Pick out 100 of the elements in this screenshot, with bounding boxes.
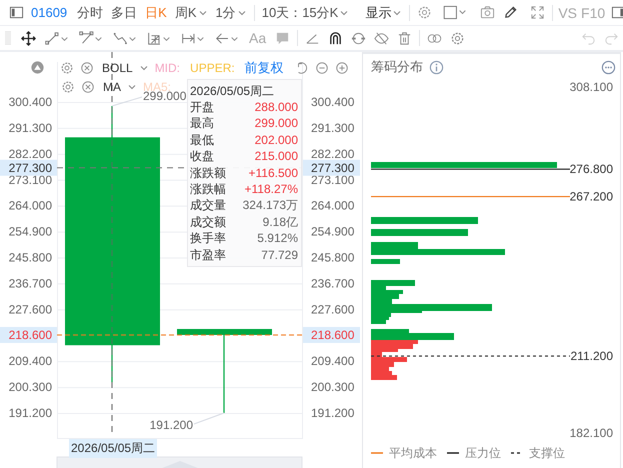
comment-icon[interactable] (275, 30, 290, 46)
settings-icon[interactable] (61, 80, 75, 94)
price-tick: 227.600 (311, 302, 354, 316)
tooltip-label: 开盘 (190, 99, 214, 116)
grid-tool-icon[interactable] (146, 30, 172, 46)
tooltip-label: 涨跌幅 (190, 180, 226, 198)
legend-label: 压力位 (465, 444, 501, 462)
price-tick: 236.700 (311, 276, 354, 290)
price-label: 308.100 (570, 82, 613, 94)
legend-line-icon (447, 451, 459, 455)
collapse-icon[interactable] (30, 60, 45, 75)
price-tick: 291.300 (311, 120, 354, 135)
tooltip-value: +118.27% (244, 180, 298, 198)
panel-toggle-icon[interactable] (611, 5, 623, 20)
price-tick: 282.200 (311, 146, 354, 161)
tooltip-value: +116.500 (248, 164, 298, 181)
tooltip-value: 299.000 (254, 115, 298, 132)
hide-icon[interactable] (374, 30, 390, 46)
price-tick: 291.300 (8, 120, 52, 135)
period-tab[interactable]: 多日 (107, 4, 142, 22)
price-tick: 300.400 (8, 95, 52, 109)
price-tick: 227.600 (8, 302, 52, 316)
tooltip-value: 288.000 (254, 99, 298, 116)
close-icon[interactable] (80, 60, 94, 74)
panel-toggle-icon[interactable] (9, 5, 24, 20)
price-label: 182.100 (570, 426, 613, 440)
price-tick: 236.700 (8, 276, 52, 290)
fullscreen-icon[interactable] (530, 5, 546, 20)
crosshair-date: 2026/05/05周二 (69, 439, 158, 458)
tooltip-label: 涨跌额 (190, 164, 226, 181)
price-tick: 209.400 (8, 354, 52, 368)
legend-label: 平均成本 (389, 444, 437, 462)
tooltip-label: 收盘 (190, 148, 214, 165)
settings-icon[interactable] (450, 30, 466, 46)
tooltip-label: 成交量 (190, 197, 226, 214)
tooltip-value: 9.18亿 (262, 214, 298, 230)
price-label: 276.800 (570, 162, 613, 176)
tooltip-label: 市盈率 (190, 246, 226, 263)
indicator-name[interactable]: MA (103, 80, 121, 94)
wave-tool-icon[interactable] (112, 30, 138, 46)
price-tick: 264.000 (8, 198, 52, 213)
close-icon[interactable] (81, 80, 95, 94)
arrow-tool-icon[interactable] (214, 30, 240, 46)
legend-line-icon (511, 451, 523, 455)
price-tick: 209.400 (311, 354, 354, 368)
settings-icon[interactable] (60, 60, 74, 74)
legend-line-icon (371, 451, 383, 455)
last-price-tag: 218.600 (0, 326, 57, 343)
tooltip-label: 最高 (190, 115, 214, 132)
price-tick: 245.800 (311, 250, 354, 264)
zoom-in-icon[interactable] (334, 60, 349, 74)
trash-icon[interactable] (397, 30, 412, 46)
price-tick: 200.300 (8, 380, 52, 394)
leader-line (194, 412, 224, 424)
adjust-button[interactable]: 前复权 (244, 58, 284, 76)
line-tool-icon[interactable] (44, 30, 70, 46)
price-label: 267.200 (570, 190, 613, 204)
range-dropdown[interactable]: 10天：15分K (258, 4, 354, 22)
stock-code[interactable]: 01609 (31, 5, 68, 20)
panel-title: 筹码分布 (371, 58, 423, 76)
settings-icon[interactable] (417, 5, 432, 20)
move-icon[interactable] (21, 30, 36, 46)
price-tick: 282.200 (8, 146, 52, 161)
more-icon[interactable] (601, 60, 616, 74)
price-label: 211.200 (570, 349, 613, 364)
leader-line (112, 96, 142, 106)
camera-icon[interactable] (480, 5, 496, 20)
price-tick: 200.300 (311, 380, 354, 394)
link-icon[interactable] (351, 30, 366, 46)
price-tick: 300.400 (311, 95, 354, 109)
indicator-name[interactable]: BOLL (102, 60, 133, 74)
period-tab[interactable]: 1分 (212, 4, 251, 22)
crosshair-price-tag: 277.300 (303, 160, 360, 176)
drag-handle-icon[interactable] (5, 30, 11, 46)
indicator-param: MID: (154, 60, 180, 74)
square-dropdown-icon[interactable] (442, 5, 468, 20)
low-price-label: 191.200 (150, 418, 193, 432)
indicator-param: UPPER: (190, 60, 235, 74)
zoom-out-icon[interactable] (314, 60, 329, 74)
period-tab[interactable]: 分时 (73, 4, 108, 22)
polyline-tool-icon[interactable] (78, 30, 104, 46)
tooltip-date: 2026/05/05周二 (190, 83, 276, 99)
display-dropdown[interactable]: 显示 (361, 4, 406, 22)
tooltip-value: 202.000 (254, 132, 298, 148)
pencil-icon[interactable] (503, 5, 518, 20)
tooltip-value: 5.912% (257, 230, 298, 247)
crosshair-price-tag: 277.300 (0, 160, 57, 176)
tooltip-label: 最低 (190, 132, 214, 148)
info-icon[interactable] (429, 60, 444, 74)
tooltip-value: 215.000 (254, 148, 298, 165)
magnet-icon[interactable] (328, 30, 344, 46)
price-tick: 245.800 (8, 250, 52, 264)
price-tick: 254.900 (8, 224, 52, 239)
legend-label: 支撑位 (529, 444, 565, 462)
price-tick: 264.000 (311, 198, 354, 213)
period-tab[interactable]: 周K (170, 4, 212, 22)
last-price-tag: 218.600 (303, 326, 360, 343)
tooltip-label: 换手率 (190, 230, 226, 247)
price-tick: 254.900 (311, 224, 354, 239)
price-tick: 191.200 (8, 406, 52, 420)
